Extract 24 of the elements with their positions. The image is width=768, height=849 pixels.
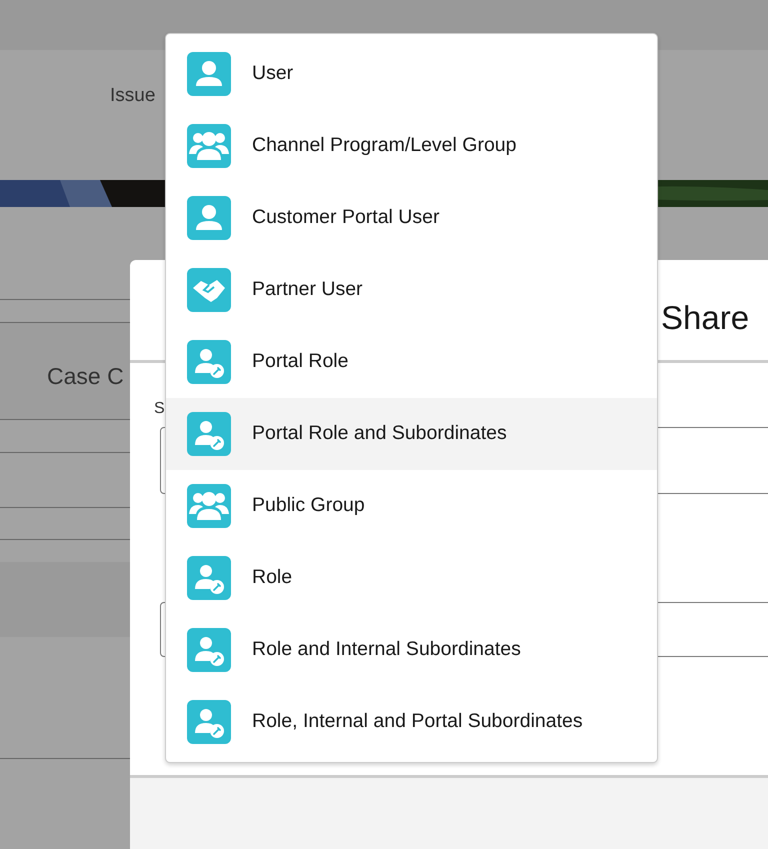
- handshake-icon: [187, 268, 231, 312]
- menu-item[interactable]: Portal Role: [166, 326, 657, 398]
- group-icon: [187, 484, 231, 528]
- menu-item[interactable]: Partner User: [166, 254, 657, 326]
- menu-item[interactable]: Role and Internal Subordinates: [166, 614, 657, 686]
- person-icon: [187, 196, 231, 240]
- menu-item[interactable]: Customer Portal User: [166, 182, 657, 254]
- person-icon: [187, 52, 231, 96]
- field-label: S: [154, 400, 165, 417]
- header-text: Issue: [110, 85, 156, 106]
- menu-item[interactable]: Portal Role and Subordinates: [166, 398, 657, 470]
- person-wrench-icon: [187, 556, 231, 600]
- dialog-title: Share: [661, 299, 750, 336]
- person-wrench-icon: [187, 628, 231, 672]
- person-wrench-icon: [187, 412, 231, 456]
- menu-item[interactable]: Channel Program/Level Group: [166, 110, 657, 182]
- menu-item[interactable]: User: [166, 38, 657, 110]
- section-title: Case C: [47, 363, 124, 389]
- menu-item[interactable]: Public Group: [166, 470, 657, 542]
- menu-item[interactable]: Role: [166, 542, 657, 614]
- person-wrench-icon: [187, 340, 231, 384]
- person-wrench-icon: [187, 700, 231, 744]
- menu-item[interactable]: Role, Internal and Portal Subordinates: [166, 686, 657, 758]
- group-icon: [187, 124, 231, 168]
